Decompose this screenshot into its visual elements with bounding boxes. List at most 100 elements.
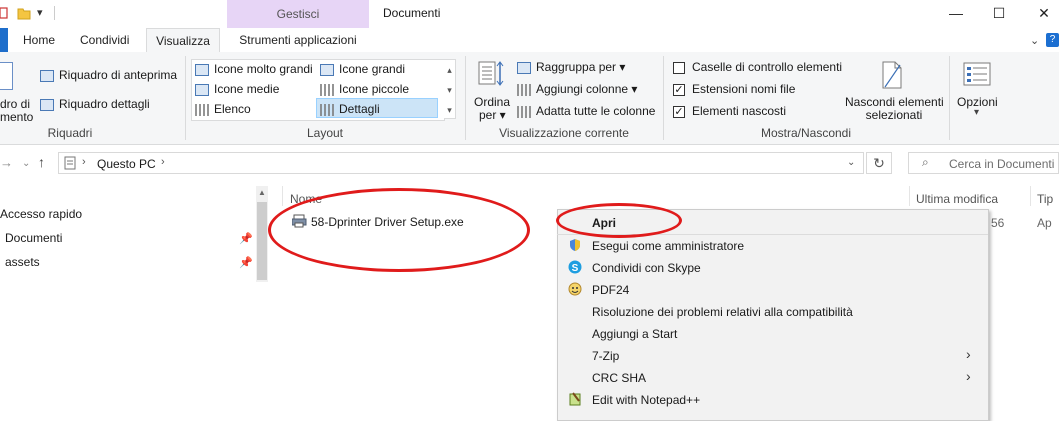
- hide-selected-label-2[interactable]: selezionati: [845, 108, 943, 122]
- address-dropdown-icon[interactable]: ⌄: [847, 157, 855, 168]
- breadcrumb-chevron-icon[interactable]: ›: [82, 156, 86, 168]
- layout-icone-grandi[interactable]: Icone grandi: [320, 62, 405, 76]
- size-all-columns-button[interactable]: Adatta tutte le colonne: [517, 104, 655, 118]
- sort-by-icon[interactable]: [478, 60, 504, 88]
- nav-scrollbar-thumb[interactable]: [257, 202, 267, 280]
- menu-item-pdf24[interactable]: PDF24: [592, 283, 629, 297]
- uac-shield-icon: [568, 238, 582, 252]
- annotation-ellipse-file: [268, 188, 530, 272]
- minimize-button[interactable]: —: [941, 4, 971, 24]
- add-columns-button[interactable]: Aggiungi colonne ▾: [517, 82, 637, 96]
- label: Icone molto grandi: [214, 62, 313, 76]
- column-header-ultima-modifica[interactable]: Ultima modifica: [916, 192, 998, 206]
- file-modified-partial: 56: [991, 216, 1005, 230]
- menu-item-crc-sha[interactable]: CRC SHA: [592, 371, 646, 385]
- hide-selected-icon[interactable]: [880, 60, 904, 90]
- address-bar[interactable]: [58, 152, 864, 174]
- refresh-button[interactable]: ↻: [866, 152, 892, 174]
- file-extensions-toggle[interactable]: ✓ Estensioni nomi file: [673, 82, 795, 96]
- scroll-up-icon[interactable]: ▲: [258, 188, 266, 197]
- this-pc-icon: [64, 156, 76, 170]
- search-placeholder[interactable]: Cerca in Documenti: [949, 157, 1054, 171]
- tab-condividi[interactable]: Condividi: [70, 28, 139, 52]
- breadcrumb-chevron-icon[interactable]: ›: [161, 156, 165, 168]
- breadcrumb-questo-pc[interactable]: Questo PC: [97, 157, 156, 171]
- navigation-pane-icon[interactable]: [0, 62, 13, 90]
- ribbon-expand-icon[interactable]: ⌄: [1030, 34, 1039, 47]
- options-icon[interactable]: [963, 62, 991, 88]
- details-pane-button[interactable]: Riquadro dettagli: [40, 97, 150, 111]
- qat-divider: [54, 6, 55, 20]
- column-header-tipo[interactable]: Tip: [1037, 192, 1053, 206]
- options-dropdown-icon[interactable]: ▾: [974, 107, 979, 118]
- forward-icon[interactable]: →: [0, 155, 13, 170]
- tab-home[interactable]: Home: [13, 28, 65, 52]
- navigation-pane-label-1[interactable]: dro di: [0, 97, 30, 111]
- menu-item-risoluzione-problemi-compatibilita[interactable]: Risoluzione dei problemi relativi alla c…: [592, 305, 853, 319]
- group-divider: [185, 56, 186, 140]
- help-button[interactable]: ?: [1046, 33, 1059, 47]
- column-divider[interactable]: [909, 186, 910, 206]
- details-icon: [320, 103, 334, 116]
- size-columns-icon: [517, 105, 531, 118]
- sort-by-label-1[interactable]: Ordina: [474, 95, 510, 109]
- properties-icon[interactable]: [0, 6, 14, 20]
- preview-pane-button[interactable]: Riquadro di anteprima: [40, 68, 177, 82]
- details-pane-label: Riquadro dettagli: [59, 97, 150, 111]
- layout-icone-piccole[interactable]: Icone piccole: [320, 82, 409, 96]
- annotation-ellipse-apri: [556, 203, 682, 238]
- item-checkboxes-toggle[interactable]: Caselle di controllo elementi: [673, 60, 842, 74]
- extra-large-icons-icon: [195, 63, 209, 76]
- column-divider: [282, 186, 283, 206]
- layout-icone-medie[interactable]: Icone medie: [195, 82, 279, 96]
- column-divider[interactable]: [1030, 186, 1031, 206]
- menu-item-7-zip[interactable]: 7-Zip: [592, 349, 619, 363]
- file-tab[interactable]: [0, 28, 8, 52]
- maximize-button[interactable]: ☐: [984, 4, 1014, 24]
- menu-item-condividi-con-skype[interactable]: Condividi con Skype: [592, 261, 701, 275]
- group-divider: [949, 56, 950, 140]
- hidden-items-toggle[interactable]: ✓ Elementi nascosti: [673, 104, 786, 118]
- nav-assets[interactable]: assets: [5, 255, 40, 269]
- file-extensions-checkbox[interactable]: ✓: [673, 83, 685, 96]
- up-icon[interactable]: ↑: [38, 154, 45, 170]
- layout-elenco[interactable]: Elenco: [195, 102, 251, 116]
- label: Elementi nascosti: [692, 104, 787, 118]
- hidden-items-checkbox[interactable]: ✓: [673, 105, 685, 118]
- svg-text:S: S: [572, 263, 579, 274]
- label: Estensioni nomi file: [692, 82, 796, 96]
- group-divider: [465, 56, 466, 140]
- nav-documenti[interactable]: Documenti: [5, 231, 62, 245]
- label: Icone piccole: [339, 82, 410, 96]
- nav-accesso-rapido[interactable]: Accesso rapido: [0, 207, 82, 221]
- recent-locations-icon[interactable]: ⌄: [22, 158, 30, 169]
- tab-visualizza[interactable]: Visualizza: [146, 28, 220, 54]
- menu-item-esegui-come-amministratore[interactable]: Esegui come amministratore: [592, 239, 744, 253]
- layout-icone-molto-grandi[interactable]: Icone molto grandi: [195, 62, 313, 76]
- hide-selected-label-1[interactable]: Nascondi elementi: [845, 95, 944, 109]
- submenu-chevron-icon: ›: [966, 346, 971, 362]
- new-folder-icon[interactable]: [17, 6, 31, 20]
- label: Raggruppa per: [536, 60, 617, 74]
- add-columns-icon: [517, 83, 531, 96]
- label: Elenco: [214, 102, 251, 116]
- pdf24-icon: [568, 282, 582, 296]
- layout-dettagli[interactable]: Dettagli: [320, 102, 380, 116]
- qat-dropdown-icon[interactable]: ▾: [37, 6, 43, 19]
- sort-by-label-2[interactable]: per ▾: [479, 108, 506, 122]
- layout-gallery-scroll[interactable]: ▴ ▾ ▾: [444, 59, 456, 119]
- close-button[interactable]: ✕: [1029, 4, 1059, 24]
- group-by-button[interactable]: Raggruppa per ▾: [517, 60, 625, 74]
- tab-strumenti-applicazioni[interactable]: Strumenti applicazioni: [228, 28, 368, 52]
- menu-item-edit-with-notepad-plus-plus[interactable]: Edit with Notepad++: [592, 393, 700, 407]
- large-icons-icon: [320, 63, 334, 76]
- menu-item-aggiungi-a-start[interactable]: Aggiungi a Start: [592, 327, 677, 341]
- search-icon: ⌕: [922, 155, 929, 169]
- item-checkboxes-checkbox[interactable]: [673, 61, 685, 74]
- group-divider: [663, 56, 664, 140]
- label: Dettagli: [339, 102, 380, 116]
- navigation-pane-label-2[interactable]: mento: [0, 110, 33, 124]
- group-label-riquadri: Riquadri: [47, 126, 93, 140]
- pin-icon: 📌: [239, 257, 253, 269]
- file-type-partial: Ap: [1037, 216, 1052, 230]
